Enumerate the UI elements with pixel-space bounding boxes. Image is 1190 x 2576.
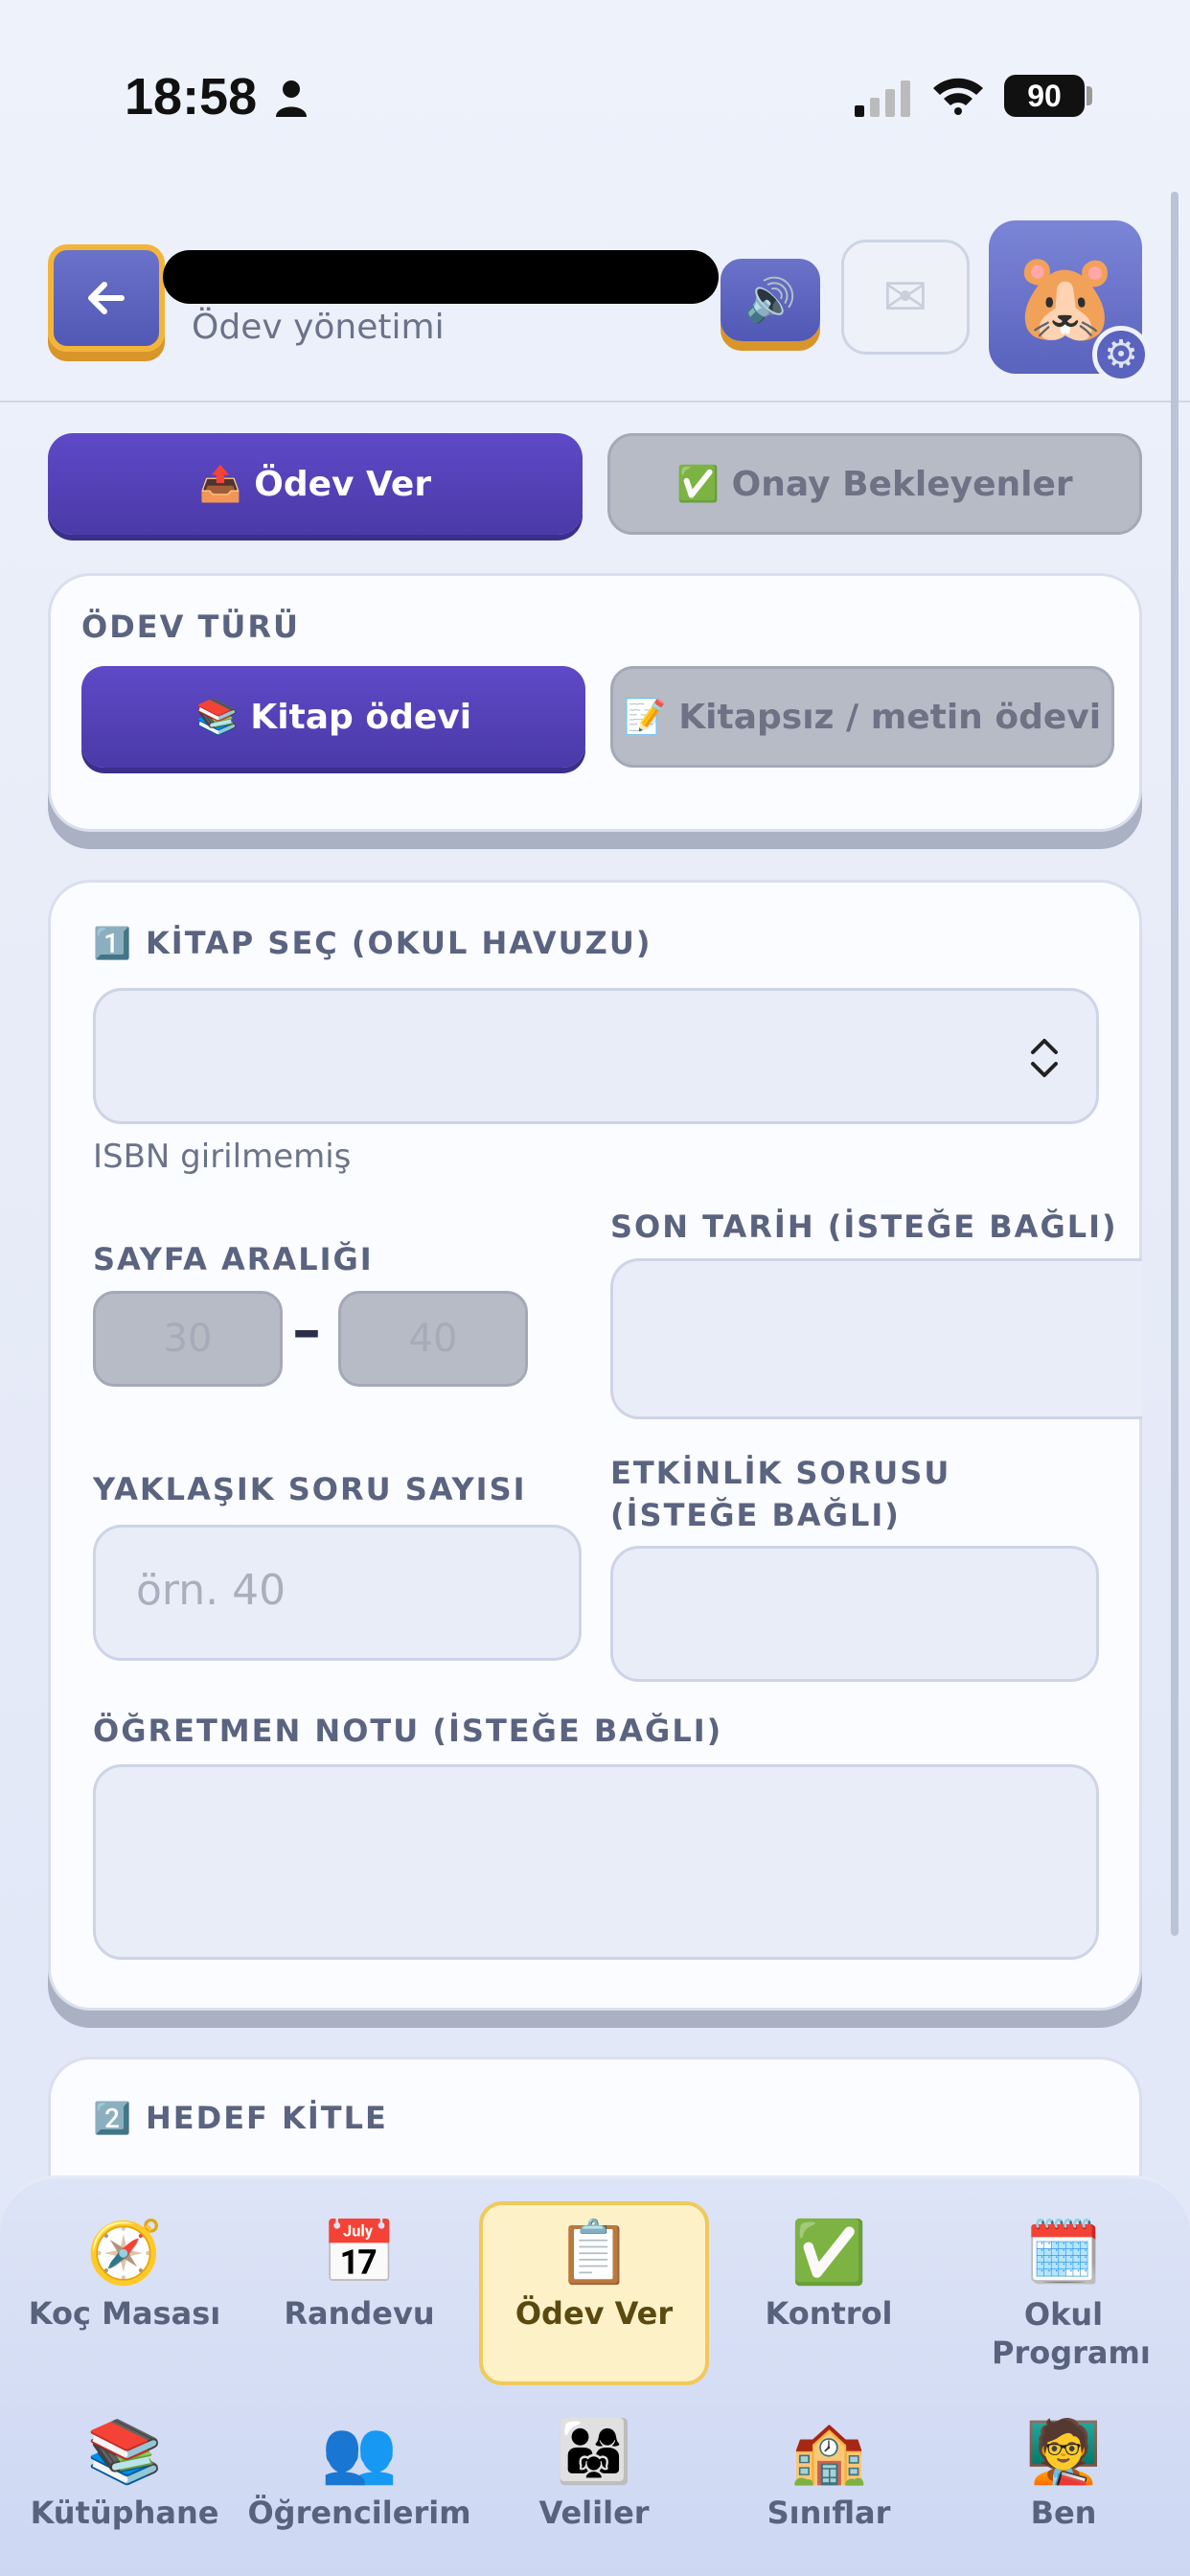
page-to-input[interactable]: 40: [338, 1291, 528, 1387]
activity-question-label: ETKİNLİK SORUSU (İSTEĞE BAĞLI): [610, 1455, 951, 1533]
nav-item-school-program[interactable]: 🗓️ Okul Programı: [949, 2217, 1179, 2372]
nav-item-my-students[interactable]: 👥 Öğrencilerim: [244, 2416, 474, 2531]
compass-icon: 🧭: [86, 2218, 163, 2288]
homework-form-card: 1️⃣ KİTAP SEÇ (OKUL HAVUZU) ISBN girilme…: [48, 880, 1142, 2011]
speaker-icon: 🔊: [744, 276, 797, 325]
question-count-input[interactable]: örn. 40: [93, 1525, 582, 1661]
teacher-icon: 🧑‍🏫: [1025, 2417, 1102, 2488]
nav-label: Ödev Ver: [515, 2295, 674, 2332]
due-date-label: SON TARİH (İSTEĞE BAĞLI): [610, 1208, 1118, 1245]
family-icon: 👨‍👩‍👧: [556, 2417, 632, 2488]
battery-tip: [1087, 86, 1092, 105]
scrollbar[interactable]: [1171, 192, 1179, 1936]
nav-label: Randevu: [284, 2295, 435, 2332]
nav-item-parents[interactable]: 👨‍👩‍👧 Veliler: [479, 2416, 709, 2531]
teacher-note-label: ÖĞRETMEN NOTU (İSTEĞE BAĞLI): [93, 1713, 723, 1749]
text-homework-button[interactable]: 📝 Kitapsız / metin ödevi: [610, 666, 1114, 768]
nav-item-library[interactable]: 📚 Kütüphane: [10, 2416, 240, 2531]
nav-item-me[interactable]: 🧑‍🏫 Ben: [949, 2416, 1179, 2531]
person-icon: [276, 80, 307, 117]
books-icon: 📚: [86, 2417, 163, 2488]
page-from-input[interactable]: 30: [93, 1291, 283, 1387]
calendar-icon: 📅: [321, 2218, 398, 2288]
gear-icon[interactable]: ⚙: [1092, 326, 1150, 383]
homework-type-label: ÖDEV TÜRÜ: [81, 609, 300, 645]
cellular-signal-icon: [855, 80, 910, 117]
nav-label: Koç Masası: [28, 2295, 221, 2332]
nav-label: Sınıflar: [767, 2495, 891, 2531]
nav-item-classes[interactable]: 🏫 Sınıflar: [714, 2416, 944, 2531]
question-count-label: YAKLAŞIK SORU SAYISI: [93, 1471, 527, 1507]
nav-item-coach-desk[interactable]: 🧭 Koç Masası: [10, 2217, 240, 2332]
nav-label: Okul Programı: [992, 2296, 1151, 2371]
messages-button[interactable]: ✉: [841, 240, 970, 355]
page-range-dash: –: [292, 1297, 321, 1364]
page-range-label: SAYFA ARALIĞI: [93, 1241, 374, 1277]
target-audience-label: 2️⃣ HEDEF KİTLE: [93, 2100, 388, 2136]
select-book-label: 1️⃣ KİTAP SEÇ (OKUL HAVUZU): [93, 925, 652, 961]
due-date-input[interactable]: [610, 1258, 1142, 1419]
status-time: 18:58: [125, 68, 258, 126]
people-icon: 👥: [321, 2417, 398, 2488]
sound-button[interactable]: 🔊: [721, 259, 820, 341]
tab-assign-homework[interactable]: 📤 Ödev Ver: [48, 433, 583, 535]
page-title-redacted: [163, 250, 719, 304]
clipboard-icon: 📋: [556, 2218, 632, 2288]
nav-label: Öğrencilerim: [247, 2495, 471, 2531]
nav-label: Veliler: [538, 2495, 650, 2531]
question-count-placeholder: örn. 40: [136, 1566, 286, 1615]
homework-type-card: ÖDEV TÜRÜ 📚 Kitap ödevi 📝 Kitapsız / met…: [48, 573, 1142, 832]
chevron-updown-icon: [1031, 1039, 1058, 1077]
spiral-calendar-icon: 🗓️: [1025, 2218, 1102, 2288]
tab-pending-approval[interactable]: ✅ Onay Bekleyenler: [607, 433, 1142, 535]
battery-indicator: 90: [1004, 75, 1085, 117]
bottom-navigation: 🧭 Koç Masası 📅 Randevu 📋 Ödev Ver ✅ Kont…: [0, 2175, 1190, 2576]
nav-item-assign-homework[interactable]: 📋 Ödev Ver: [479, 2217, 709, 2332]
nav-item-appointment[interactable]: 📅 Randevu: [244, 2217, 474, 2332]
nav-label: Ben: [1030, 2495, 1097, 2531]
envelope-icon: ✉: [882, 265, 928, 329]
arrow-left-icon: [88, 282, 125, 314]
teacher-note-textarea[interactable]: [93, 1764, 1099, 1960]
isbn-hint: ISBN girilmemiş: [93, 1138, 352, 1176]
nav-label: Kontrol: [765, 2295, 893, 2332]
page-subtitle: Ödev yönetimi: [192, 308, 445, 347]
back-button[interactable]: [48, 244, 165, 352]
app-header: Ödev yönetimi 🔊 ✉ 🐹 ⚙: [0, 216, 1190, 402]
activity-question-input[interactable]: [610, 1546, 1099, 1682]
checkmark-icon: ✅: [790, 2218, 867, 2288]
book-select[interactable]: [93, 988, 1099, 1124]
wifi-icon: [933, 78, 983, 115]
nav-item-control[interactable]: ✅ Kontrol: [714, 2217, 944, 2332]
school-icon: 🏫: [790, 2417, 867, 2488]
book-homework-button[interactable]: 📚 Kitap ödevi: [81, 666, 585, 768]
nav-label: Kütüphane: [30, 2495, 219, 2531]
status-bar: 18:58 90: [0, 0, 1190, 192]
